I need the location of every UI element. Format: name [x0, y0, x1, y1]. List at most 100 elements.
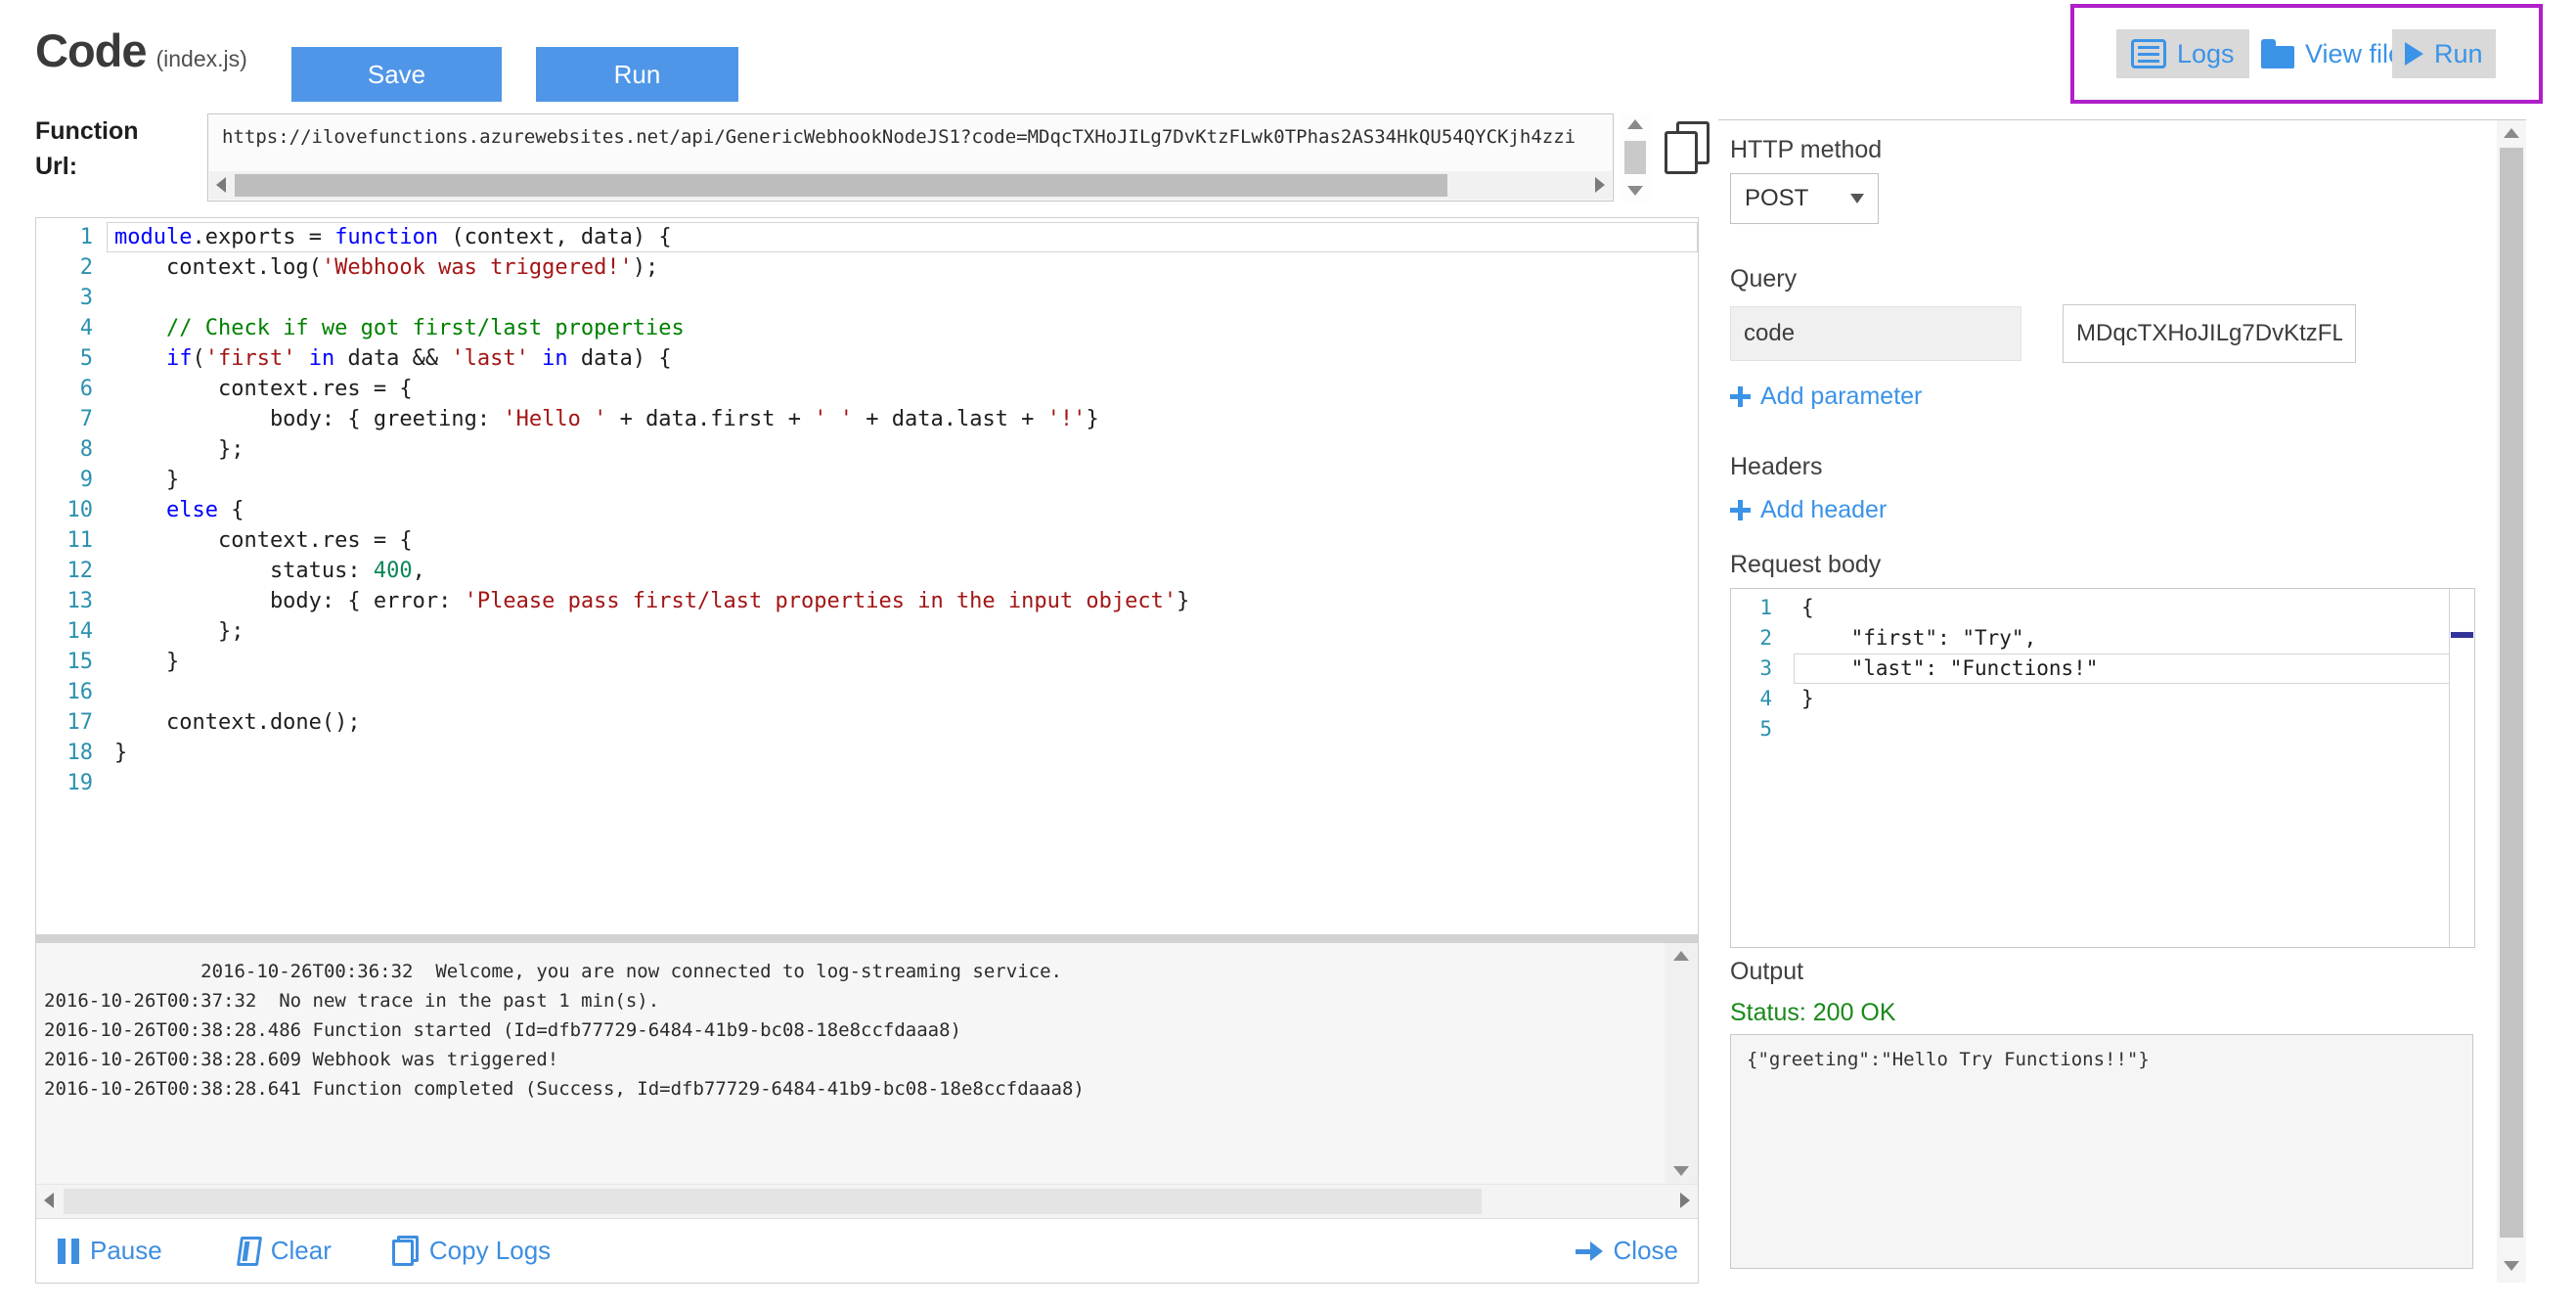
output-status: Status: 200 OK	[1730, 999, 1896, 1027]
url-h-scrollbar-thumb[interactable]	[235, 174, 1447, 197]
url-h-scrollbar[interactable]	[209, 171, 1612, 200]
code-line[interactable]: 2 "first": "Try",	[1731, 623, 2474, 654]
line-number: 5	[36, 343, 107, 374]
code-line[interactable]: 1module.exports = function (context, dat…	[36, 222, 1698, 252]
code-line[interactable]: 3 "last": "Functions!"	[1731, 654, 2474, 684]
line-number: 2	[1731, 623, 1794, 654]
code-line[interactable]: 3	[36, 283, 1698, 313]
page-title-text: Code	[35, 23, 147, 77]
run-toolbar-button[interactable]: Run	[2392, 29, 2496, 78]
scroll-down-icon[interactable]	[2504, 1261, 2519, 1271]
code-line[interactable]: 8 };	[36, 434, 1698, 465]
scroll-up-icon[interactable]	[1673, 951, 1689, 961]
url-v-scrollbar[interactable]	[1620, 113, 1651, 202]
add-header-button[interactable]: Add header	[1730, 496, 1887, 524]
add-parameter-button[interactable]: Add parameter	[1730, 383, 1922, 411]
function-url-text[interactable]: https://ilovefunctions.azurewebsites.net…	[208, 114, 1613, 148]
editor-logs-divider[interactable]	[36, 934, 1698, 943]
code-line[interactable]: 12 status: 400,	[36, 556, 1698, 586]
output-box[interactable]: {"greeting":"Hello Try Functions!!"}	[1730, 1034, 2473, 1269]
query-value-input[interactable]	[2063, 304, 2356, 363]
page-title: Code (index.js)	[35, 23, 247, 77]
run-toolbar-label: Run	[2434, 39, 2483, 69]
scroll-up-icon[interactable]	[2504, 128, 2519, 138]
line-number: 9	[36, 465, 107, 495]
scroll-right-icon[interactable]	[1595, 177, 1605, 193]
request-body-lines: 1{2 "first": "Try",3 "last": "Functions!…	[1731, 593, 2474, 744]
close-button[interactable]: Close	[1576, 1236, 1678, 1266]
code-line[interactable]: 2 context.log('Webhook was triggered!');	[36, 252, 1698, 283]
line-number: 5	[1731, 714, 1794, 744]
page-subtitle: (index.js)	[156, 46, 247, 72]
code-line[interactable]: 11 context.res = {	[36, 525, 1698, 556]
code-lines: 1module.exports = function (context, dat…	[36, 222, 1698, 798]
line-number: 8	[36, 434, 107, 465]
code-line[interactable]: 6 context.res = {	[36, 374, 1698, 404]
query-key-input[interactable]	[1730, 306, 2021, 361]
url-v-scrollbar-thumb[interactable]	[1624, 141, 1646, 174]
panel-v-scrollbar-thumb[interactable]	[2500, 148, 2523, 1238]
http-method-select[interactable]: POST	[1730, 173, 1879, 224]
line-number: 1	[36, 222, 107, 252]
run-button[interactable]: Run	[536, 47, 738, 102]
folder-icon	[2261, 46, 2294, 68]
dropdown-caret-icon	[1850, 194, 1864, 203]
code-line[interactable]: 18}	[36, 738, 1698, 768]
log-line: 2016-10-26T00:37:32 No new trace in the …	[44, 986, 1639, 1015]
output-label: Output	[1730, 958, 1803, 986]
request-body-editor[interactable]: 1{2 "first": "Try",3 "last": "Functions!…	[1730, 588, 2475, 948]
code-line[interactable]: 9 }	[36, 465, 1698, 495]
copy-url-icon[interactable]	[1665, 121, 1710, 174]
clear-button[interactable]: Clear	[239, 1236, 332, 1266]
line-number: 17	[36, 707, 107, 738]
code-line[interactable]: 7 body: { greeting: 'Hello ' + data.firs…	[36, 404, 1698, 434]
save-button[interactable]: Save	[291, 47, 502, 102]
code-line[interactable]: 15 }	[36, 647, 1698, 677]
ruler-mark	[2451, 632, 2473, 638]
overview-ruler[interactable]	[2449, 589, 2474, 947]
pause-button[interactable]: Pause	[58, 1236, 162, 1266]
code-line[interactable]: 4 // Check if we got first/last properti…	[36, 313, 1698, 343]
logs-toolbar-button[interactable]: Logs	[2116, 29, 2249, 78]
code-line[interactable]: 17 context.done();	[36, 707, 1698, 738]
log-line: 2016-10-26T00:38:28.486 Function started…	[44, 1015, 1639, 1045]
logs-toolbar-label: Logs	[2177, 39, 2235, 69]
code-line[interactable]: 5	[1731, 714, 2474, 744]
scroll-down-icon[interactable]	[1627, 186, 1643, 196]
line-number: 12	[36, 556, 107, 586]
function-url-label: Function Url:	[35, 113, 162, 184]
code-line[interactable]: 5 if('first' in data && 'last' in data) …	[36, 343, 1698, 374]
logs-h-scrollbar-thumb[interactable]	[64, 1189, 1482, 1214]
scroll-right-icon[interactable]	[1680, 1193, 1690, 1208]
logs-panel[interactable]: 2016-10-26T00:36:32 Welcome, you are now…	[36, 943, 1698, 1184]
log-line: 2016-10-26T00:38:28.641 Function complet…	[44, 1074, 1639, 1104]
panel-v-scrollbar[interactable]	[2497, 120, 2526, 1283]
line-number: 13	[36, 586, 107, 616]
logs-h-scrollbar[interactable]	[36, 1184, 1698, 1218]
copy-logs-label: Copy Logs	[429, 1236, 551, 1266]
code-line[interactable]: 10 else {	[36, 495, 1698, 525]
code-editor[interactable]: 1module.exports = function (context, dat…	[36, 218, 1698, 934]
scroll-up-icon[interactable]	[1627, 119, 1643, 129]
code-line[interactable]: 13 body: { error: 'Please pass first/las…	[36, 586, 1698, 616]
scroll-left-icon[interactable]	[216, 177, 226, 193]
logs-v-scrollbar[interactable]	[1665, 943, 1698, 1184]
code-line[interactable]: 16	[36, 677, 1698, 707]
log-line: 2016-10-26T00:38:28.609 Webhook was trig…	[44, 1045, 1639, 1074]
code-line[interactable]: 4}	[1731, 684, 2474, 714]
scroll-left-icon[interactable]	[44, 1193, 54, 1208]
line-number: 18	[36, 738, 107, 768]
play-icon	[2405, 42, 2423, 66]
logs-action-bar: Pause Clear Copy Logs Close	[36, 1218, 1698, 1283]
line-number: 16	[36, 677, 107, 707]
code-line[interactable]: 19	[36, 768, 1698, 798]
code-line[interactable]: 14 };	[36, 616, 1698, 647]
log-line: 2016-10-26T00:36:32 Welcome, you are now…	[44, 957, 1639, 986]
line-number: 10	[36, 495, 107, 525]
code-line[interactable]: 1{	[1731, 593, 2474, 623]
line-number: 2	[36, 252, 107, 283]
copy-logs-button[interactable]: Copy Logs	[392, 1236, 551, 1266]
scroll-down-icon[interactable]	[1673, 1166, 1689, 1176]
line-number: 11	[36, 525, 107, 556]
function-url-field[interactable]: https://ilovefunctions.azurewebsites.net…	[207, 113, 1614, 202]
